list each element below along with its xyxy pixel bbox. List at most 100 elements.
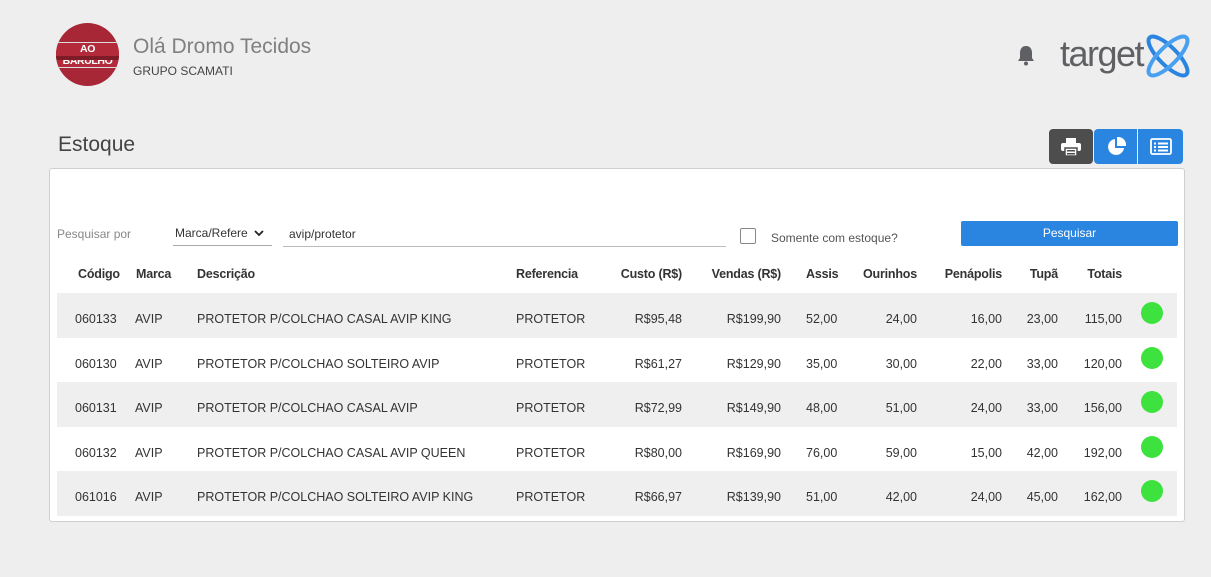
search-field-value: Marca/Refere xyxy=(175,226,248,240)
cell-vendas: R$139,90 xyxy=(726,490,781,504)
col-header-penapolis[interactable]: Penápolis xyxy=(932,267,1002,281)
status-dot xyxy=(1141,480,1163,502)
cell-vendas: R$149,90 xyxy=(726,401,781,415)
cell-descricao: PROTETOR P/COLCHAO CASAL AVIP QUEEN xyxy=(197,446,466,460)
cell-vendas: R$199,90 xyxy=(726,312,781,326)
col-header-vendas[interactable]: Vendas (R$) xyxy=(690,267,782,281)
logo-stripe xyxy=(56,56,119,60)
target-brand-logo: target xyxy=(1060,32,1195,80)
search-input[interactable] xyxy=(283,222,726,247)
cell-codigo: 060130 xyxy=(75,357,117,371)
col-header-assis[interactable]: Assis xyxy=(806,267,839,281)
stock-only-label: Somente com estoque? xyxy=(771,231,898,245)
cell-totais: 192,00 xyxy=(1083,446,1122,460)
col-header-totais[interactable]: Totais xyxy=(1070,267,1122,281)
cell-custo: R$61,27 xyxy=(634,357,682,371)
bell-icon[interactable] xyxy=(1016,44,1036,66)
cell-referencia: PROTETOR xyxy=(516,490,586,504)
cell-ourinhos: 51,00 xyxy=(885,401,917,415)
cell-referencia: PROTETOR xyxy=(516,446,586,460)
print-button[interactable] xyxy=(1049,129,1093,164)
cell-totais: 162,00 xyxy=(1083,490,1122,504)
search-field-select[interactable]: Marca/Refere xyxy=(173,223,272,246)
status-dot xyxy=(1141,302,1163,324)
cell-marca: AVIP xyxy=(135,357,163,371)
cell-tupa: 23,00 xyxy=(1026,312,1058,326)
cell-ourinhos: 59,00 xyxy=(885,446,917,460)
cell-totais: 120,00 xyxy=(1083,357,1122,371)
search-button[interactable]: Pesquisar xyxy=(961,221,1178,246)
col-header-custo[interactable]: Custo (R$) xyxy=(592,267,682,281)
cell-custo: R$95,48 xyxy=(634,312,682,326)
cell-penapolis: 22,00 xyxy=(970,357,1002,371)
cell-marca: AVIP xyxy=(135,312,163,326)
cell-assis: 51,00 xyxy=(806,490,838,504)
cell-descricao: PROTETOR P/COLCHAO SOLTEIRO AVIP KING xyxy=(197,490,474,504)
col-header-tupa[interactable]: Tupã xyxy=(1010,267,1058,281)
app-header: AO BARULHO Olá Dromo Tecidos GRUPO SCAMA… xyxy=(0,0,1211,110)
page-title: Estoque xyxy=(58,133,136,156)
pie-chart-icon xyxy=(1107,136,1126,155)
cell-vendas: R$169,90 xyxy=(726,446,781,460)
col-header-descricao[interactable]: Descrição xyxy=(197,267,255,281)
cell-tupa: 42,00 xyxy=(1026,446,1058,460)
cell-penapolis: 15,00 xyxy=(970,446,1002,460)
cell-assis: 76,00 xyxy=(806,446,838,460)
brand-x-icon xyxy=(1146,34,1190,78)
cell-ourinhos: 30,00 xyxy=(885,357,917,371)
col-header-ourinhos[interactable]: Ourinhos xyxy=(850,267,917,281)
cell-ourinhos: 24,00 xyxy=(885,312,917,326)
table-row[interactable]: 060131 AVIP PROTETOR P/COLCHAO CASAL AVI… xyxy=(57,382,1177,427)
group-name: GRUPO SCAMATI xyxy=(133,64,233,78)
cell-codigo: 060131 xyxy=(75,401,117,415)
status-dot xyxy=(1141,391,1163,413)
greeting-text: Olá Dromo Tecidos xyxy=(133,35,312,58)
col-header-marca[interactable]: Marca xyxy=(136,267,171,281)
col-header-codigo[interactable]: Código xyxy=(78,267,120,281)
cell-descricao: PROTETOR P/COLCHAO CASAL AVIP KING xyxy=(197,312,452,326)
status-dot xyxy=(1141,436,1163,458)
cell-assis: 35,00 xyxy=(806,357,838,371)
status-dot xyxy=(1141,347,1163,369)
list-icon xyxy=(1149,138,1172,155)
chevron-down-icon xyxy=(254,230,264,237)
table-row[interactable]: 060132 AVIP PROTETOR P/COLCHAO CASAL AVI… xyxy=(57,427,1177,472)
table-row[interactable]: 060133 AVIP PROTETOR P/COLCHAO CASAL AVI… xyxy=(57,293,1177,338)
cell-assis: 52,00 xyxy=(806,312,838,326)
cell-referencia: PROTETOR xyxy=(516,401,586,415)
cell-assis: 48,00 xyxy=(806,401,838,415)
search-by-label: Pesquisar por xyxy=(57,227,132,241)
print-icon xyxy=(1061,137,1081,156)
cell-totais: 115,00 xyxy=(1084,312,1122,326)
list-view-button[interactable] xyxy=(1138,129,1183,164)
col-header-referencia[interactable]: Referencia xyxy=(516,267,578,281)
cell-referencia: PROTETOR xyxy=(516,312,586,326)
chart-view-button[interactable] xyxy=(1094,129,1137,164)
cell-marca: AVIP xyxy=(135,446,163,460)
cell-marca: AVIP xyxy=(135,490,163,504)
cell-codigo: 061016 xyxy=(75,490,117,504)
cell-penapolis: 16,00 xyxy=(970,312,1002,326)
brand-name: target xyxy=(1060,33,1145,74)
cell-tupa: 33,00 xyxy=(1026,357,1058,371)
cell-tupa: 33,00 xyxy=(1026,401,1058,415)
table-row[interactable]: 060130 AVIP PROTETOR P/COLCHAO SOLTEIRO … xyxy=(57,338,1177,383)
logo-text: AO BARULHO xyxy=(56,42,119,68)
company-logo: AO BARULHO xyxy=(56,23,119,86)
cell-vendas: R$129,90 xyxy=(726,357,781,371)
cell-custo: R$72,99 xyxy=(634,401,682,415)
cell-penapolis: 24,00 xyxy=(970,401,1002,415)
cell-custo: R$80,00 xyxy=(634,446,682,460)
cell-referencia: PROTETOR xyxy=(516,357,586,371)
table-row[interactable]: 061016 AVIP PROTETOR P/COLCHAO SOLTEIRO … xyxy=(57,471,1177,516)
cell-descricao: PROTETOR P/COLCHAO CASAL AVIP xyxy=(197,401,418,415)
stock-only-checkbox[interactable] xyxy=(740,228,756,244)
cell-totais: 156,00 xyxy=(1083,401,1122,415)
cell-custo: R$66,97 xyxy=(634,490,682,504)
cell-codigo: 060133 xyxy=(75,312,117,326)
cell-marca: AVIP xyxy=(135,401,163,415)
cell-penapolis: 24,00 xyxy=(970,490,1002,504)
cell-descricao: PROTETOR P/COLCHAO SOLTEIRO AVIP xyxy=(197,357,440,371)
cell-tupa: 45,00 xyxy=(1026,490,1058,504)
cell-ourinhos: 42,00 xyxy=(885,490,917,504)
